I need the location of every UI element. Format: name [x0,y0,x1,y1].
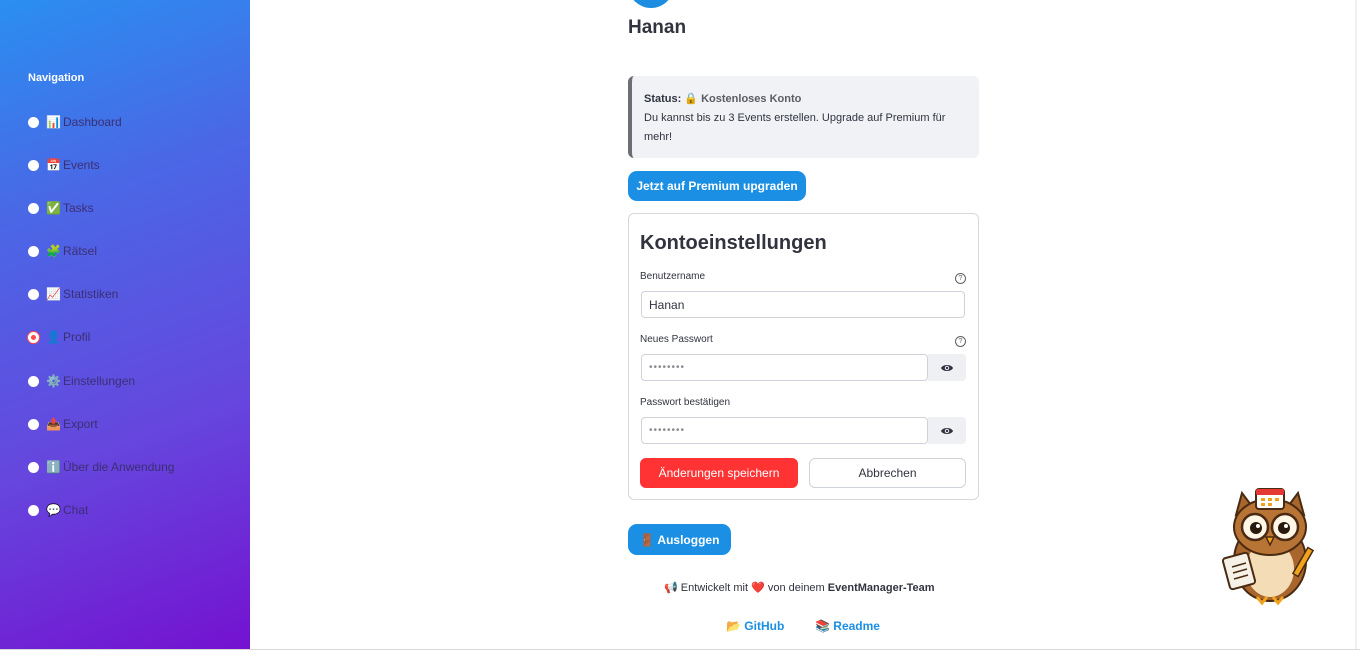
sidebar-item-label: Über die Anwendung [63,460,175,474]
confirm-password-field[interactable] [641,417,928,444]
status-badge: Kostenloses Konto [701,93,802,105]
sidebar-item-label: Tasks [63,201,94,215]
lock-icon: 🔒 [684,93,699,105]
radio-button[interactable] [28,288,39,300]
radio-button[interactable] [28,245,39,257]
eye-icon [941,364,953,371]
sidebar-item-raetsel[interactable]: 🧩 Rätsel [28,242,97,260]
scroll-edge [1355,0,1357,649]
confirm-password-label: Passwort bestätigen [640,397,731,408]
radio-button[interactable] [28,461,39,473]
radio-button-selected[interactable] [28,331,39,343]
user-icon: 👤 [46,330,61,344]
checkmark-icon: ✅ [46,201,61,215]
readme-link[interactable]: 📚 Readme [815,619,880,633]
show-password-button[interactable] [928,417,966,444]
sidebar-item-events[interactable]: 📅 Events [28,156,100,174]
trend-chart-icon: 📈 [46,287,61,301]
logout-button[interactable]: 🚪 Ausloggen [628,524,731,555]
sidebar-title: Navigation [28,72,85,84]
megaphone-icon: 📢 [664,582,678,594]
sidebar-item-label: Statistiken [63,287,119,301]
sidebar-item-label: Events [63,158,100,172]
avatar [628,0,674,8]
sidebar-item-tasks[interactable]: ✅ Tasks [28,199,94,217]
sidebar-item-statistiken[interactable]: 📈 Statistiken [28,285,118,303]
new-password-field[interactable] [641,354,928,381]
status-prefix: Status: [644,93,682,105]
cancel-button[interactable]: Abbrechen [809,458,966,488]
sidebar-item-export[interactable]: 📤 Export [28,415,98,433]
eye-icon [941,427,953,434]
help-icon[interactable]: ? [955,336,966,347]
books-icon: 📚 [815,619,830,633]
username-label: Benutzername [640,271,706,282]
save-changes-button[interactable]: Änderungen speichern [640,458,798,488]
info-icon: ℹ️ [46,460,61,474]
calendar-icon: 📅 [46,158,61,172]
sidebar-item-label: Rätsel [63,244,98,258]
sidebar: Navigation 📊 Dashboard 📅 Events ✅ Tasks … [0,0,250,649]
owl-mascot-icon [1222,488,1315,606]
readme-link-label: Readme [833,619,880,633]
footer-text: Entwickelt mit [680,582,749,594]
team-name: EventManager-Team [827,582,935,594]
github-link-label: GitHub [744,619,785,633]
sidebar-item-label: Chat [63,503,89,517]
radio-button[interactable] [28,116,39,128]
puzzle-icon: 🧩 [46,244,61,258]
radio-button[interactable] [28,375,39,387]
sidebar-item-label: Profil [63,330,91,344]
page-title: Hanan [628,17,687,38]
sidebar-item-einstellungen[interactable]: ⚙️ Einstellungen [28,372,135,390]
account-settings-form: Kontoeinstellungen Benutzername ? Neues … [628,213,979,500]
status-line: Status: 🔒 Kostenloses Konto [644,90,967,109]
username-field[interactable] [641,291,965,318]
status-alert: Status: 🔒 Kostenloses Konto Du kannst bi… [628,76,979,158]
speech-bubble-icon: 💬 [46,503,61,517]
help-icon[interactable]: ? [955,273,966,284]
upgrade-premium-button[interactable]: Jetzt auf Premium upgraden [628,171,806,201]
gear-icon: ⚙️ [46,374,61,388]
form-title: Kontoeinstellungen [640,232,827,254]
sidebar-item-dashboard[interactable]: 📊 Dashboard [28,113,122,131]
footer-credit: 📢 Entwickelt mit ❤️ von deinem EventMana… [664,581,935,594]
radio-button[interactable] [28,418,39,430]
chart-icon: 📊 [46,115,61,129]
radio-button[interactable] [28,159,39,171]
show-password-button[interactable] [928,354,966,381]
sidebar-item-chat[interactable]: 💬 Chat [28,501,88,519]
footer-text: von deinem [767,582,825,594]
new-password-label: Neues Passwort [640,334,713,345]
status-message: Du kannst bis zu 3 Events erstellen. Upg… [644,112,946,143]
radio-button[interactable] [28,504,39,516]
github-link[interactable]: 📂 GitHub [726,619,784,633]
heart-icon: ❤️ [751,582,765,594]
radio-button[interactable] [28,202,39,214]
sidebar-item-label: Einstellungen [63,374,136,388]
outbox-icon: 📤 [46,417,61,431]
sidebar-item-label: Export [63,417,98,431]
sidebar-item-ueber[interactable]: ℹ️ Über die Anwendung [28,458,174,476]
sidebar-item-profil[interactable]: 👤 Profil [28,328,90,346]
folder-icon: 📂 [726,619,741,633]
sidebar-item-label: Dashboard [63,115,122,129]
